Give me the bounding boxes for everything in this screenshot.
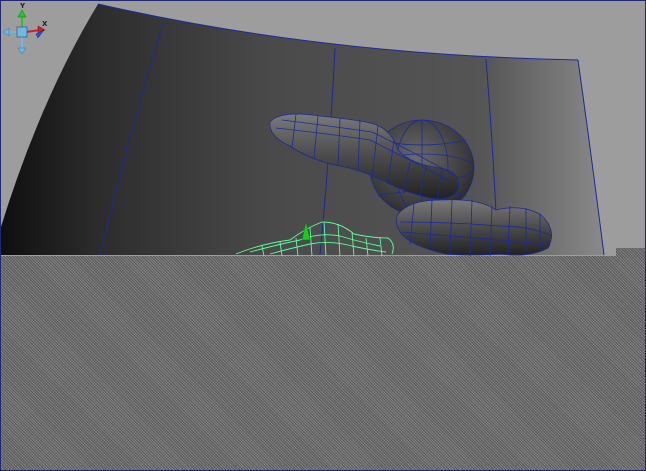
stipple-overlay-corner: [616, 248, 646, 258]
view-cube-y-label: Y: [19, 2, 26, 10]
view-cube-icon[interactable]: Y X: [0, 0, 50, 60]
view-cube-x-label: X: [42, 20, 48, 28]
3d-viewport[interactable]: Y X: [0, 0, 646, 471]
stipple-overlay-region: [0, 256, 646, 471]
